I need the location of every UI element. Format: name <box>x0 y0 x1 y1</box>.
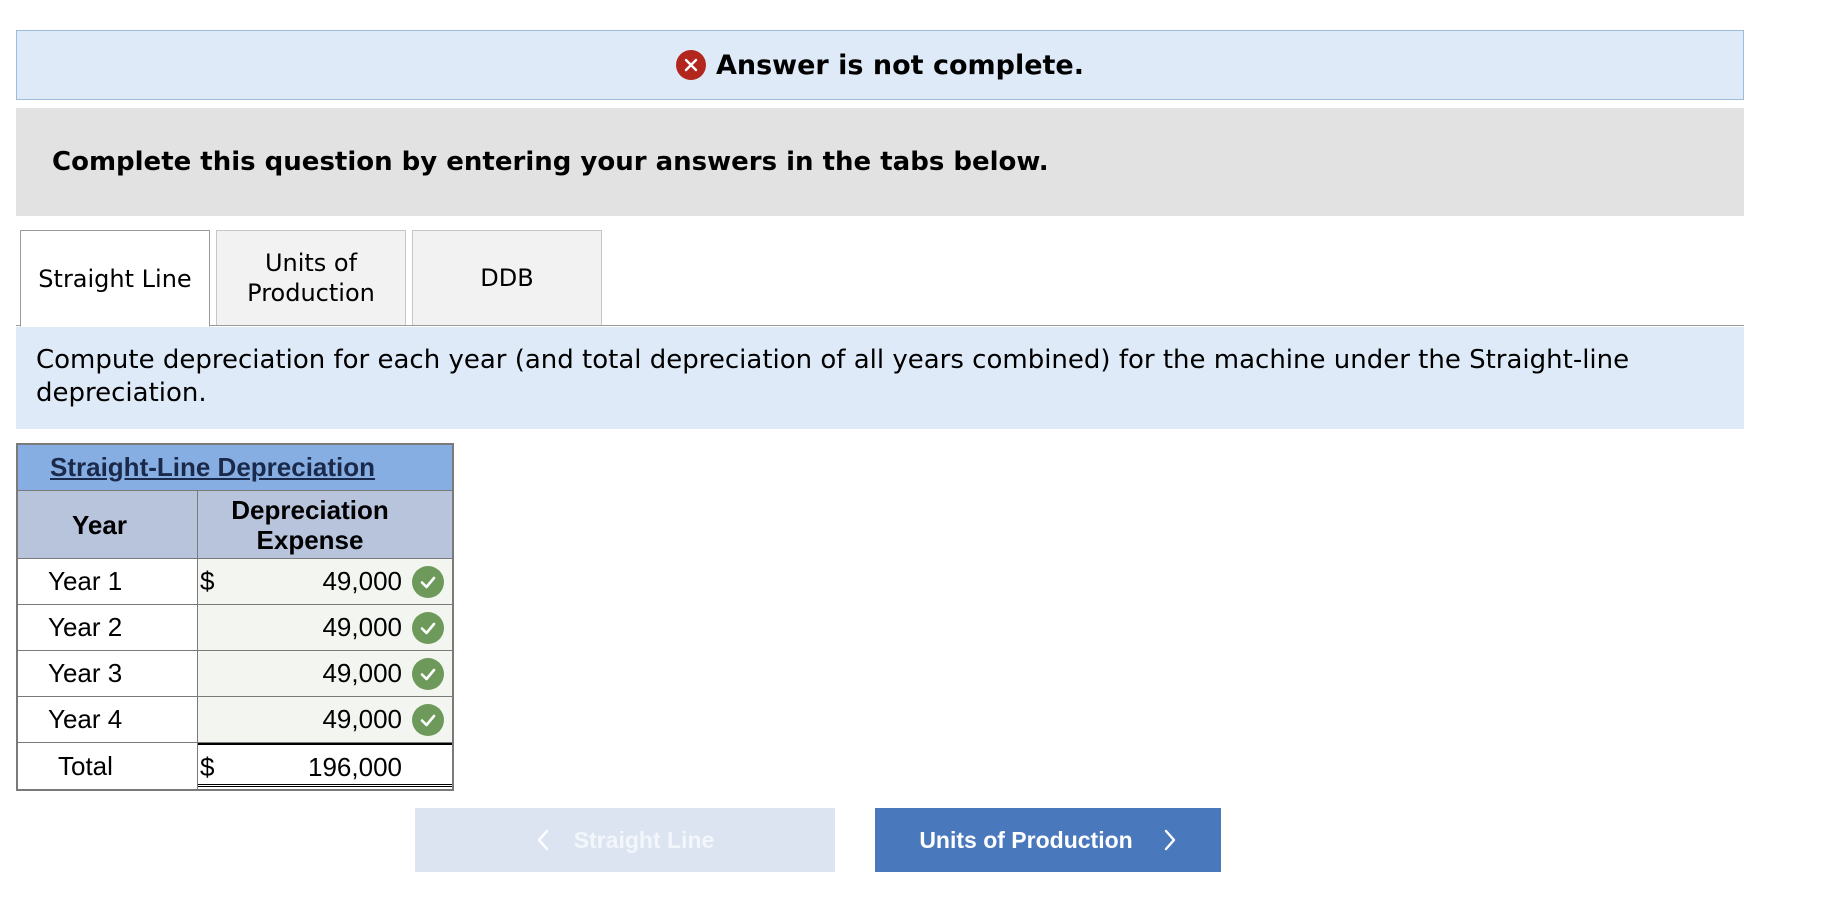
depreciation-table: Straight-Line Depreciation Year Deprecia… <box>16 443 454 791</box>
tab-straight-line[interactable]: Straight Line <box>20 230 210 327</box>
header-depreciation-expense-label: Depreciation Expense <box>231 494 389 555</box>
depreciation-value: 49,000 <box>322 566 402 596</box>
depreciation-input[interactable]: 49,000 <box>198 697 452 742</box>
currency-symbol: $ <box>200 751 215 782</box>
depreciation-input[interactable]: $ 49,000 <box>198 559 452 604</box>
banner-text: Answer is not complete. <box>715 49 1085 81</box>
x-circle-icon <box>675 50 706 80</box>
check-icon <box>412 703 444 736</box>
prev-button-label: Straight Line <box>573 826 715 853</box>
question-prompt: Compute depreciation for each year (and … <box>16 327 1744 429</box>
depreciation-value: 49,000 <box>322 658 402 688</box>
tab-label: Units of Production <box>247 249 375 307</box>
tab-ddb[interactable]: DDB <box>412 230 602 326</box>
check-icon <box>412 657 444 690</box>
tab-units-of-production[interactable]: Units of Production <box>216 230 406 326</box>
answer-status-banner: Answer is not complete. <box>16 30 1744 100</box>
depreciation-input[interactable]: 49,000 <box>198 651 452 696</box>
tab-label: DDB <box>480 264 534 292</box>
table-row: Year 1 $ 49,000 <box>18 559 452 605</box>
depreciation-input[interactable]: 49,000 <box>198 605 452 650</box>
year-label: Year 3 <box>18 651 198 696</box>
chevron-left-icon <box>536 828 550 852</box>
total-label: Total <box>18 743 198 789</box>
tab-label: Straight Line <box>38 264 192 293</box>
table-title: Straight-Line Depreciation <box>18 445 452 491</box>
instructions-text: Complete this question by entering your … <box>52 147 1049 177</box>
next-button-label: Units of Production <box>919 826 1133 853</box>
chevron-right-icon <box>1163 828 1177 852</box>
year-label: Year 4 <box>18 697 198 742</box>
prev-tab-button[interactable]: Straight Line <box>415 808 835 872</box>
table-row: Year 4 49,000 <box>18 697 452 743</box>
year-label: Year 2 <box>18 605 198 650</box>
header-year: Year <box>18 491 198 558</box>
depreciation-value: 49,000 <box>322 704 402 734</box>
check-icon <box>412 611 444 644</box>
next-tab-button[interactable]: Units of Production <box>875 808 1221 872</box>
tab-divider <box>16 325 1744 326</box>
year-label: Year 1 <box>18 559 198 604</box>
table-row: Year 3 49,000 <box>18 651 452 697</box>
total-value-cell: $ 196,000 <box>198 743 452 789</box>
depreciation-value: 49,000 <box>322 612 402 642</box>
total-value: 196,000 <box>308 751 402 782</box>
instructions-panel: Complete this question by entering your … <box>16 108 1744 216</box>
header-depreciation-expense: Depreciation Expense <box>198 491 452 558</box>
table-header-row: Year Depreciation Expense <box>18 491 452 559</box>
table-total-row: Total $ 196,000 <box>18 743 452 789</box>
check-icon <box>412 565 444 598</box>
table-row: Year 2 49,000 <box>18 605 452 651</box>
currency-symbol: $ <box>200 566 215 596</box>
